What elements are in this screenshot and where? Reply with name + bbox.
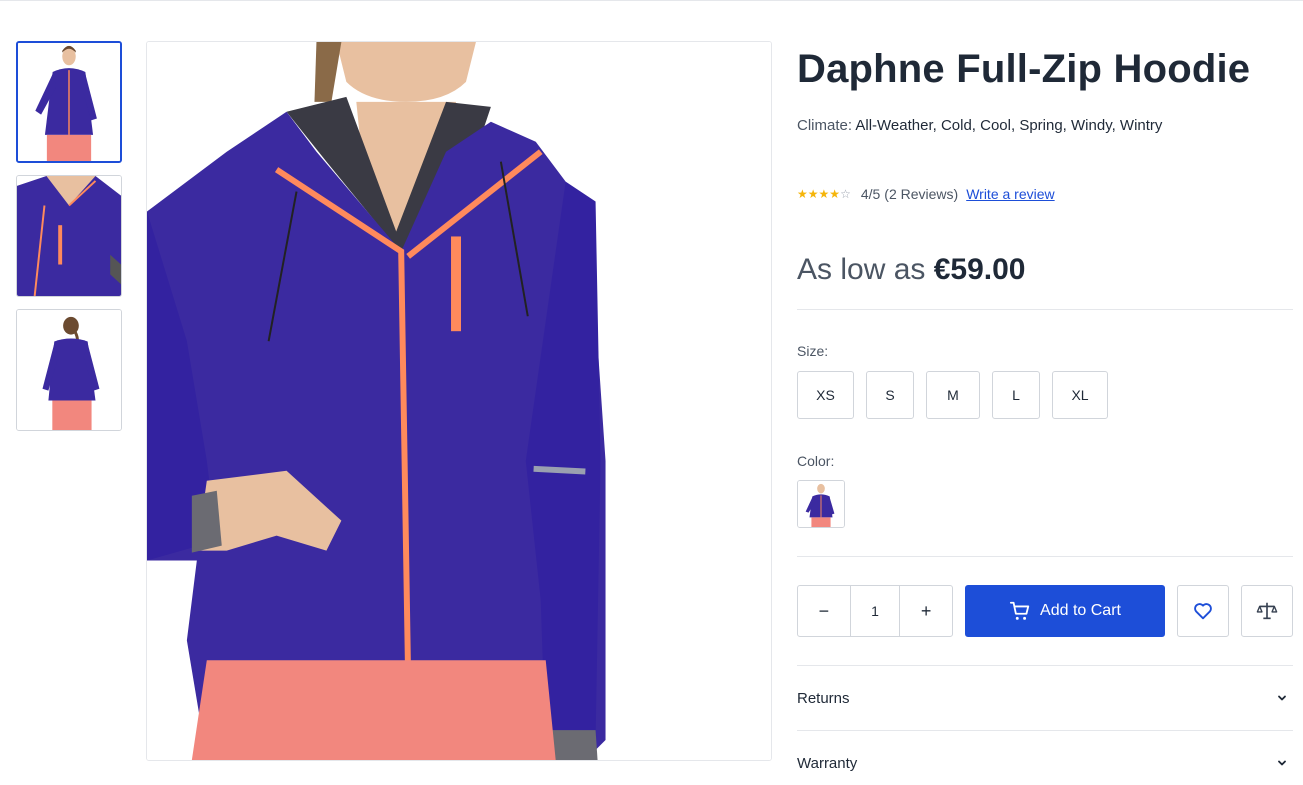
size-option-xs[interactable]: XS [797,371,854,419]
thumbnail-back[interactable] [16,309,122,431]
scale-icon [1256,602,1278,620]
product-title: Daphne Full-Zip Hoodie [797,47,1251,91]
thumbnail-front[interactable] [16,41,122,163]
climate-label: Climate: [797,117,853,134]
price-block: As low as €59.00 [797,250,1293,290]
size-option-m[interactable]: M [926,371,980,419]
quantity-stepper: − 1 + [797,585,953,637]
product-info: Daphne Full-Zip Hoodie Climate: All-Weat… [797,41,1293,785]
accordion-warranty-label: Warranty [797,754,858,772]
size-option-s[interactable]: S [866,371,914,419]
thumbnail-strip [16,41,122,443]
star-empty-icon: ☆ [840,187,851,201]
thumbnail-detail[interactable] [16,175,122,297]
price-amount: €59.00 [933,253,1026,286]
wishlist-button[interactable] [1177,585,1229,637]
quantity-input[interactable]: 1 [849,586,901,636]
price-prefix: As low as [797,253,926,286]
star-filled-icon: ★ [807,187,819,201]
write-review-link[interactable]: Write a review [966,186,1054,202]
climate-attribute: Climate: All-Weather, Cold, Cool, Spring… [797,116,1293,136]
star-filled-icon: ★ [829,187,841,201]
cart-actions: − 1 + Add to Cart [797,585,1293,637]
main-product-image[interactable] [146,41,772,761]
accordion-warranty[interactable]: Warranty [797,731,1293,785]
size-option-l[interactable]: L [992,371,1040,419]
color-swatch[interactable] [797,480,845,528]
size-options: XS S M L XL [797,371,1293,419]
quantity-decrease-button[interactable]: − [798,586,850,636]
chevron-down-icon [1278,695,1286,701]
star-rating: ★ ★ ★ ★ ☆ [797,188,851,200]
climate-values: All-Weather, Cold, Cool, Spring, Windy, … [855,117,1163,134]
accordion-returns[interactable]: Returns [797,666,1293,730]
top-border [0,0,1303,1]
add-to-cart-button[interactable]: Add to Cart [965,585,1165,637]
heart-icon [1194,603,1212,620]
color-label: Color: [797,453,835,469]
divider [797,309,1293,310]
compare-button[interactable] [1241,585,1293,637]
star-filled-icon: ★ [797,187,808,201]
chevron-down-icon [1278,760,1286,766]
cart-icon [1009,601,1030,620]
divider [797,556,1293,557]
quantity-increase-button[interactable]: + [900,586,952,636]
accordion-returns-label: Returns [797,689,850,707]
review-count: (2 Reviews) [884,186,959,202]
rating-score: 4/5 [860,186,881,202]
size-label: Size: [797,343,829,359]
rating-summary: ★ ★ ★ ★ ☆ 4/5 (2 Reviews) Write a review [797,184,1293,204]
add-to-cart-label: Add to Cart [1040,602,1121,619]
size-option-xl[interactable]: XL [1052,371,1108,419]
star-filled-icon: ★ [818,187,830,201]
